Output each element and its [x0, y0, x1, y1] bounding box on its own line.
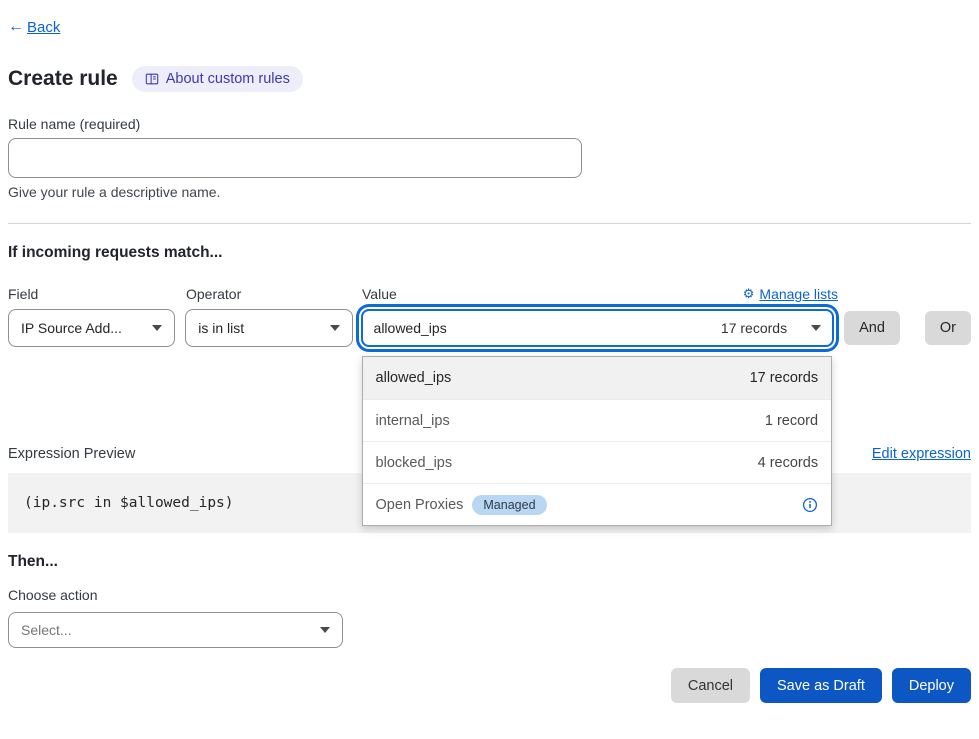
choose-action-label: Choose action: [8, 587, 971, 603]
rule-name-helper: Give your rule a descriptive name.: [8, 184, 971, 200]
list-item-name: blocked_ips: [376, 455, 453, 471]
value-select-value: allowed_ips: [374, 320, 447, 336]
expression-code: (ip.src in $allowed_ips): [24, 495, 234, 511]
gear-icon: ⚙︎: [743, 286, 755, 302]
book-icon: [145, 72, 159, 86]
back-link[interactable]: ←Back: [8, 18, 60, 36]
match-labels-row: Field Operator Value ⚙︎ Manage lists: [8, 286, 971, 302]
section-divider: [8, 223, 971, 224]
list-item-blocked-ips[interactable]: blocked_ips 4 records: [363, 441, 832, 483]
list-item-name: allowed_ips: [376, 370, 452, 386]
list-item-records: 1 record: [765, 413, 818, 429]
footer-actions: Cancel Save as Draft Deploy: [8, 668, 971, 703]
back-label: Back: [27, 19, 60, 36]
list-item-records: 17 records: [750, 370, 819, 386]
then-section-heading: Then...: [8, 553, 971, 571]
list-dropdown-panel: allowed_ips 17 records internal_ips 1 re…: [362, 356, 833, 526]
value-select[interactable]: allowed_ips 17 records: [361, 309, 835, 347]
list-item-allowed-ips[interactable]: allowed_ips 17 records: [363, 357, 832, 399]
action-select-placeholder: Select...: [21, 622, 72, 638]
rule-name-label: Rule name (required): [8, 116, 971, 132]
title-row: Create rule About custom rules: [8, 66, 971, 92]
match-section-heading: If incoming requests match...: [8, 244, 971, 262]
edit-expression-link[interactable]: Edit expression: [872, 446, 971, 462]
about-custom-rules-link[interactable]: About custom rules: [132, 66, 303, 92]
field-select-value: IP Source Add...: [21, 320, 122, 336]
info-icon[interactable]: [802, 497, 818, 513]
value-select-wrap: allowed_ips 17 records allowed_ips 17 re…: [361, 309, 835, 347]
operator-label: Operator: [186, 286, 354, 302]
manage-lists-link[interactable]: ⚙︎ Manage lists: [743, 286, 838, 302]
create-rule-page: ←Back Create rule About custom rules Rul…: [0, 0, 979, 739]
value-label: Value: [362, 286, 397, 302]
deploy-button[interactable]: Deploy: [892, 668, 971, 703]
operator-select-value: is in list: [198, 320, 244, 336]
expression-preview-label: Expression Preview: [8, 446, 135, 462]
field-select[interactable]: IP Source Add...: [8, 309, 175, 347]
action-select[interactable]: Select...: [8, 612, 343, 648]
operator-select[interactable]: is in list: [185, 309, 352, 347]
chevron-down-icon: [320, 627, 330, 633]
match-selects-row: IP Source Add... is in list allowed_ips …: [8, 309, 971, 347]
chevron-down-icon: [811, 325, 821, 331]
list-item-open-proxies[interactable]: Open Proxies Managed: [363, 483, 832, 525]
managed-badge: Managed: [472, 495, 546, 515]
list-item-name: Open Proxies: [376, 497, 464, 513]
list-item-internal-ips[interactable]: internal_ips 1 record: [363, 399, 832, 441]
rule-name-input[interactable]: [8, 138, 582, 178]
chevron-down-icon: [330, 325, 340, 331]
value-select-records: 17 records: [721, 320, 787, 336]
about-badge-label: About custom rules: [166, 71, 290, 87]
list-item-name: internal_ips: [376, 413, 450, 429]
field-label: Field: [8, 286, 176, 302]
list-item-records: 4 records: [758, 455, 818, 471]
and-button[interactable]: And: [844, 311, 900, 345]
manage-lists-label: Manage lists: [759, 286, 838, 302]
or-button[interactable]: Or: [925, 311, 971, 345]
chevron-down-icon: [152, 325, 162, 331]
page-title: Create rule: [8, 67, 118, 91]
back-arrow-icon: ←: [8, 18, 24, 36]
save-as-draft-button[interactable]: Save as Draft: [760, 668, 882, 703]
cancel-button[interactable]: Cancel: [671, 668, 750, 703]
